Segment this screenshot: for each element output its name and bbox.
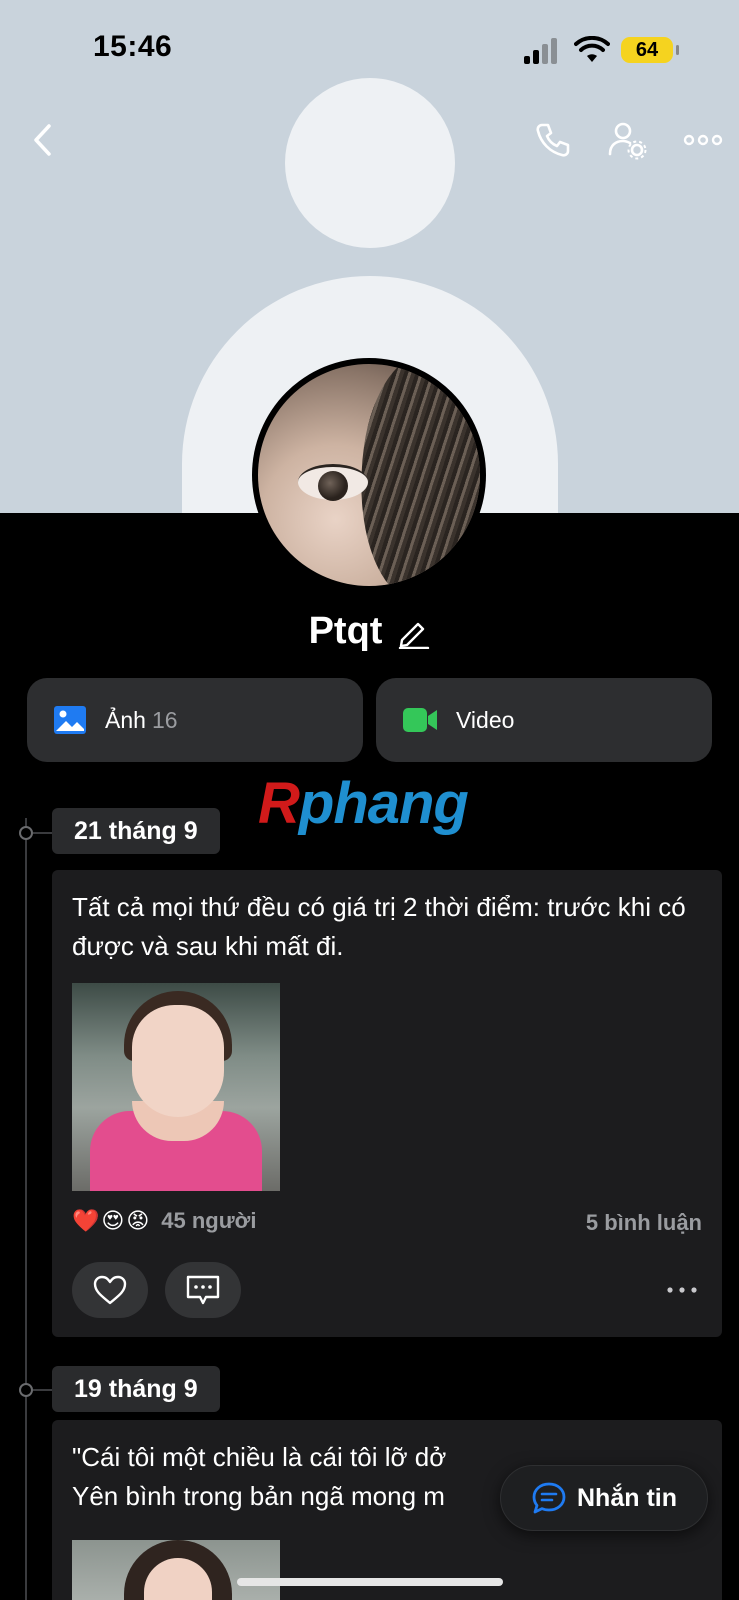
avatar-image <box>258 364 480 586</box>
phone-icon <box>536 123 570 157</box>
reactions-summary[interactable]: ❤️ 😍 😡 45 người <box>72 1208 256 1234</box>
placeholder-head <box>285 78 455 248</box>
home-indicator[interactable] <box>237 1578 503 1586</box>
photos-count: 16 <box>151 706 178 733</box>
profile-avatar[interactable] <box>252 358 486 592</box>
post-more-button[interactable] <box>662 1272 702 1308</box>
photos-button[interactable]: Ảnh 16 <box>27 678 363 762</box>
timeline-line <box>25 818 27 1600</box>
image-icon <box>54 706 86 734</box>
call-button[interactable] <box>527 115 577 165</box>
cellular-signal-icon <box>524 38 557 64</box>
profile-name: Ptqt <box>308 610 383 652</box>
post-card[interactable]: Tất cả mọi thứ đều có giá trị 2 thời điể… <box>52 870 722 1337</box>
reaction-heart-icon: ❤️ <box>72 1208 100 1233</box>
like-button[interactable] <box>72 1262 148 1318</box>
comments-count[interactable]: 5 bình luận <box>586 1210 702 1236</box>
timeline-dot <box>19 826 33 840</box>
status-time: 15:46 <box>93 30 173 63</box>
more-options-button[interactable] <box>678 115 728 165</box>
reaction-angry-icon: 😡 <box>126 1208 150 1233</box>
status-bar: 15:46 64 <box>0 0 739 100</box>
edit-pencil-icon[interactable] <box>396 615 430 649</box>
post-date-chip: 21 tháng 9 <box>52 808 220 854</box>
video-camera-icon <box>403 708 437 732</box>
send-message-button[interactable]: Nhắn tin <box>500 1465 708 1531</box>
comment-button[interactable] <box>165 1262 241 1318</box>
reactions-count: 45 người <box>161 1208 257 1233</box>
post-date-chip: 19 tháng 9 <box>52 1366 220 1412</box>
video-button[interactable]: Video <box>376 678 712 762</box>
post-image[interactable] <box>72 1540 280 1600</box>
chevron-left-icon <box>34 124 51 156</box>
reaction-love-eyes-icon: 😍 <box>101 1208 125 1233</box>
battery-indicator: 64 <box>621 37 679 63</box>
heart-icon <box>93 1275 127 1305</box>
wifi-icon <box>574 36 610 62</box>
timeline-dot <box>19 1383 33 1397</box>
video-label: Video <box>456 706 515 733</box>
back-button[interactable] <box>18 115 68 165</box>
timeline-branch <box>33 832 53 834</box>
more-horizontal-icon <box>667 1287 697 1293</box>
send-message-label: Nhắn tin <box>577 1483 677 1512</box>
profile-settings-button[interactable] <box>602 115 652 165</box>
watermark-logo: Rphang <box>258 771 469 836</box>
post-image[interactable] <box>72 983 280 1191</box>
timeline-branch <box>33 1389 53 1391</box>
photos-label: Ảnh <box>105 706 146 733</box>
chat-bubble-icon <box>532 1482 566 1514</box>
more-horizontal-icon <box>683 134 723 146</box>
profile-name-row: Ptqt <box>0 610 739 653</box>
comment-icon <box>186 1275 220 1305</box>
post-text: Tất cả mọi thứ đều có giá trị 2 thời điể… <box>72 892 686 961</box>
user-settings-icon <box>608 122 647 160</box>
